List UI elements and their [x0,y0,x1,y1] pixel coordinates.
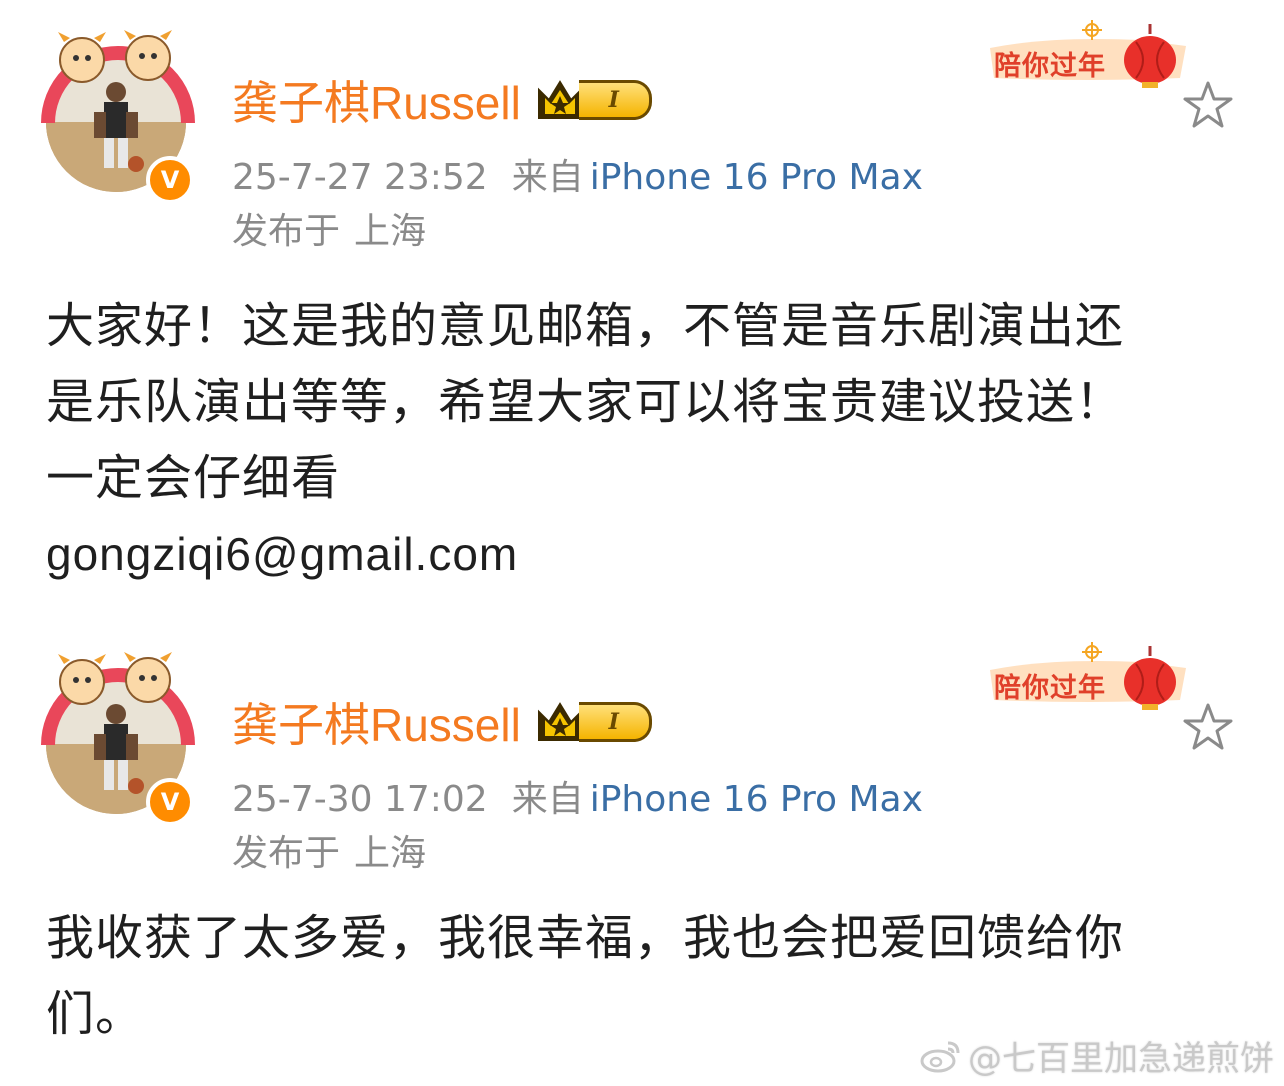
content-line: 一定会仔细看 [46,450,341,506]
location-value: 上海 [354,211,427,252]
username-link[interactable]: 龚子棋Russell [232,67,521,133]
cow-frame-icon [41,30,195,124]
location-value: 上海 [354,833,427,874]
content-line: 我收获了太多爱，我很幸福，我也会把爱回馈给你 [46,910,1125,966]
cow-frame-icon [41,652,195,746]
watermark-text: @七百里加急递煎饼 [968,1039,1274,1079]
festival-badge: 陪你过年 [990,18,1190,90]
device-link[interactable]: iPhone 16 Pro Max [590,779,923,820]
vip-badge[interactable]: I [535,76,652,124]
favorite-star-icon[interactable] [1180,78,1236,134]
email-text: gongziqi6@gmail.com [46,528,519,580]
weibo-post: V 龚子棋Russell I 25-7-30 17:02 来自 iPhone 1… [0,622,1284,1052]
verified-badge: V [146,156,194,204]
post-time[interactable]: 25-7-27 23:52 [232,157,488,198]
weibo-post: V 龚子棋Russell I 25-7-27 23:52 来自 iPhone 1… [0,0,1284,620]
source-prefix: 来自 [511,779,584,820]
username-link[interactable]: 龚子棋Russell [232,689,521,755]
post-meta: 25-7-30 17:02 来自 iPhone 16 Pro Max [232,770,923,822]
favorite-star-icon[interactable] [1180,700,1236,756]
vip-badge[interactable]: I [535,698,652,746]
lantern-icon [1124,24,1176,88]
content-line: 是乐队演出等等，希望大家可以将宝贵建议投送！ [46,374,1125,430]
crown-icon [537,702,582,741]
post-content: 我收获了太多爱，我很幸福，我也会把爱回馈给你 们。 [46,900,1246,1052]
vip-level: I [578,702,652,742]
post-location: 发布于 上海 [232,202,426,254]
verified-badge: V [146,778,194,826]
author-row: 龚子棋Russell I [232,692,652,752]
crown-icon [537,80,582,119]
post-meta: 25-7-27 23:52 来自 iPhone 16 Pro Max [232,148,923,200]
vip-level: I [578,80,652,120]
author-row: 龚子棋Russell I [232,70,652,130]
post-content: 大家好！这是我的意见邮箱，不管是音乐剧演出还 是乐队演出等等，希望大家可以将宝贵… [46,288,1246,592]
watermark: @七百里加急递煎饼 [920,1031,1274,1080]
festival-text: 陪你过年 [994,673,1106,704]
device-link[interactable]: iPhone 16 Pro Max [590,157,923,198]
location-prefix: 发布于 [232,211,341,252]
location-prefix: 发布于 [232,833,341,874]
avatar-with-frame[interactable]: V [38,28,198,204]
post-time[interactable]: 25-7-30 17:02 [232,779,488,820]
source-prefix: 来自 [511,157,584,198]
festival-badge: 陪你过年 [990,640,1190,712]
post-location: 发布于 上海 [232,824,426,876]
content-line: 大家好！这是我的意见邮箱，不管是音乐剧演出还 [46,298,1125,354]
weibo-logo-icon [920,1041,960,1072]
festival-text: 陪你过年 [994,51,1106,82]
lantern-icon [1124,646,1176,710]
avatar-with-frame[interactable]: V [38,650,198,826]
